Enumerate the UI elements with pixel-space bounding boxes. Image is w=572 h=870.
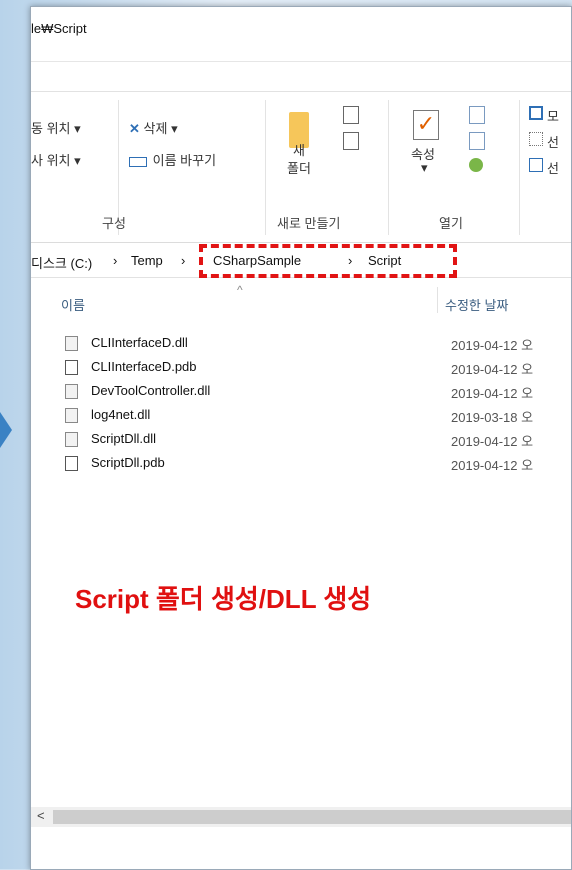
- dll-file-icon: [65, 384, 78, 399]
- edit-icon[interactable]: [469, 132, 485, 150]
- pdb-file-icon: [65, 360, 78, 375]
- rename-button[interactable]: 이름 바꾸기: [129, 150, 216, 169]
- title-bar: le₩Script: [31, 7, 571, 62]
- file-row[interactable]: log4net.dll 2019-03-18 오: [31, 405, 571, 429]
- new-folder-label-2[interactable]: 폴더: [287, 158, 311, 177]
- dll-file-icon: [65, 432, 78, 447]
- dll-file-icon: [65, 408, 78, 423]
- file-date: 2019-04-12 오: [451, 338, 534, 353]
- new-folder-label-1[interactable]: 새: [293, 140, 305, 159]
- properties-dropdown-icon[interactable]: ▾: [421, 160, 428, 176]
- file-date: 2019-04-12 오: [451, 362, 534, 377]
- file-name: log4net.dll: [91, 407, 151, 422]
- properties-check-icon: ✓: [413, 110, 439, 140]
- select-none-icon[interactable]: [529, 132, 543, 146]
- group-organize-label: 구성: [102, 216, 126, 231]
- new-item-icon[interactable]: [343, 106, 359, 124]
- rename-label: 이름 바꾸기: [152, 153, 217, 168]
- breadcrumb-sep: ›: [113, 253, 118, 268]
- file-row[interactable]: ScriptDll.dll 2019-04-12 오: [31, 429, 571, 453]
- file-row[interactable]: CLIInterfaceD.dll 2019-04-12 오: [31, 333, 571, 357]
- file-name: DevToolController.dll: [91, 383, 211, 398]
- window-title: le₩Script: [31, 21, 87, 36]
- invert-selection-label[interactable]: 선: [547, 158, 559, 177]
- select-none-label[interactable]: 선: [547, 132, 559, 151]
- scroll-thumb[interactable]: [53, 810, 571, 824]
- select-all-label[interactable]: 모: [547, 106, 559, 125]
- invert-selection-icon[interactable]: [529, 158, 543, 172]
- breadcrumb-disk[interactable]: 디스크 (C:): [31, 253, 92, 272]
- easy-access-icon[interactable]: [343, 132, 359, 150]
- move-to-button[interactable]: 동 위치 ▾: [31, 118, 81, 137]
- delete-button[interactable]: ✕ 삭제 ▾: [129, 118, 178, 137]
- rename-icon: [129, 156, 147, 167]
- column-header-date[interactable]: 수정한 날짜: [445, 295, 508, 314]
- file-name: CLIInterfaceD.dll: [91, 335, 188, 350]
- file-name: ScriptDll.pdb: [91, 455, 165, 470]
- highlight-box: [199, 244, 457, 278]
- open-icon[interactable]: [469, 106, 485, 124]
- pdb-file-icon: [65, 456, 78, 471]
- file-name: ScriptDll.dll: [91, 431, 157, 446]
- history-icon[interactable]: [469, 158, 483, 172]
- file-date: 2019-04-12 오: [451, 434, 534, 449]
- file-row[interactable]: ScriptDll.pdb 2019-04-12 오: [31, 453, 571, 477]
- column-header-name[interactable]: 이름: [61, 295, 85, 314]
- copy-to-button[interactable]: 사 위치 ▾: [31, 150, 81, 169]
- file-name: CLIInterfaceD.pdb: [91, 359, 197, 374]
- explorer-window: le₩Script 동 위치 ▾ 사 위치 ▾ ✕ 삭제 ▾ 이름 바꾸기 구성…: [30, 6, 572, 870]
- select-all-icon[interactable]: [529, 106, 543, 120]
- scroll-left-icon[interactable]: <: [37, 808, 45, 823]
- file-date: 2019-04-12 오: [451, 386, 534, 401]
- annotation-text: Script 폴더 생성/DLL 생성: [75, 584, 372, 614]
- sort-up-icon: ^: [237, 283, 243, 297]
- dll-file-icon: [65, 336, 78, 351]
- delete-label: 삭제 ▾: [143, 121, 178, 136]
- group-open-label: 열기: [439, 216, 463, 231]
- breadcrumb-sep: ›: [181, 253, 186, 268]
- breadcrumb-temp[interactable]: Temp: [131, 253, 163, 268]
- delete-x-icon: ✕: [129, 121, 140, 136]
- ribbon: 동 위치 ▾ 사 위치 ▾ ✕ 삭제 ▾ 이름 바꾸기 구성 새 폴더 새로 만…: [31, 91, 571, 243]
- file-date: 2019-04-12 오: [451, 458, 534, 473]
- file-row[interactable]: CLIInterfaceD.pdb 2019-04-12 오: [31, 357, 571, 381]
- group-new-label: 새로 만들기: [277, 216, 341, 231]
- file-date: 2019-03-18 오: [451, 410, 534, 425]
- horizontal-scrollbar[interactable]: <: [31, 807, 571, 827]
- file-row[interactable]: DevToolController.dll 2019-04-12 오: [31, 381, 571, 405]
